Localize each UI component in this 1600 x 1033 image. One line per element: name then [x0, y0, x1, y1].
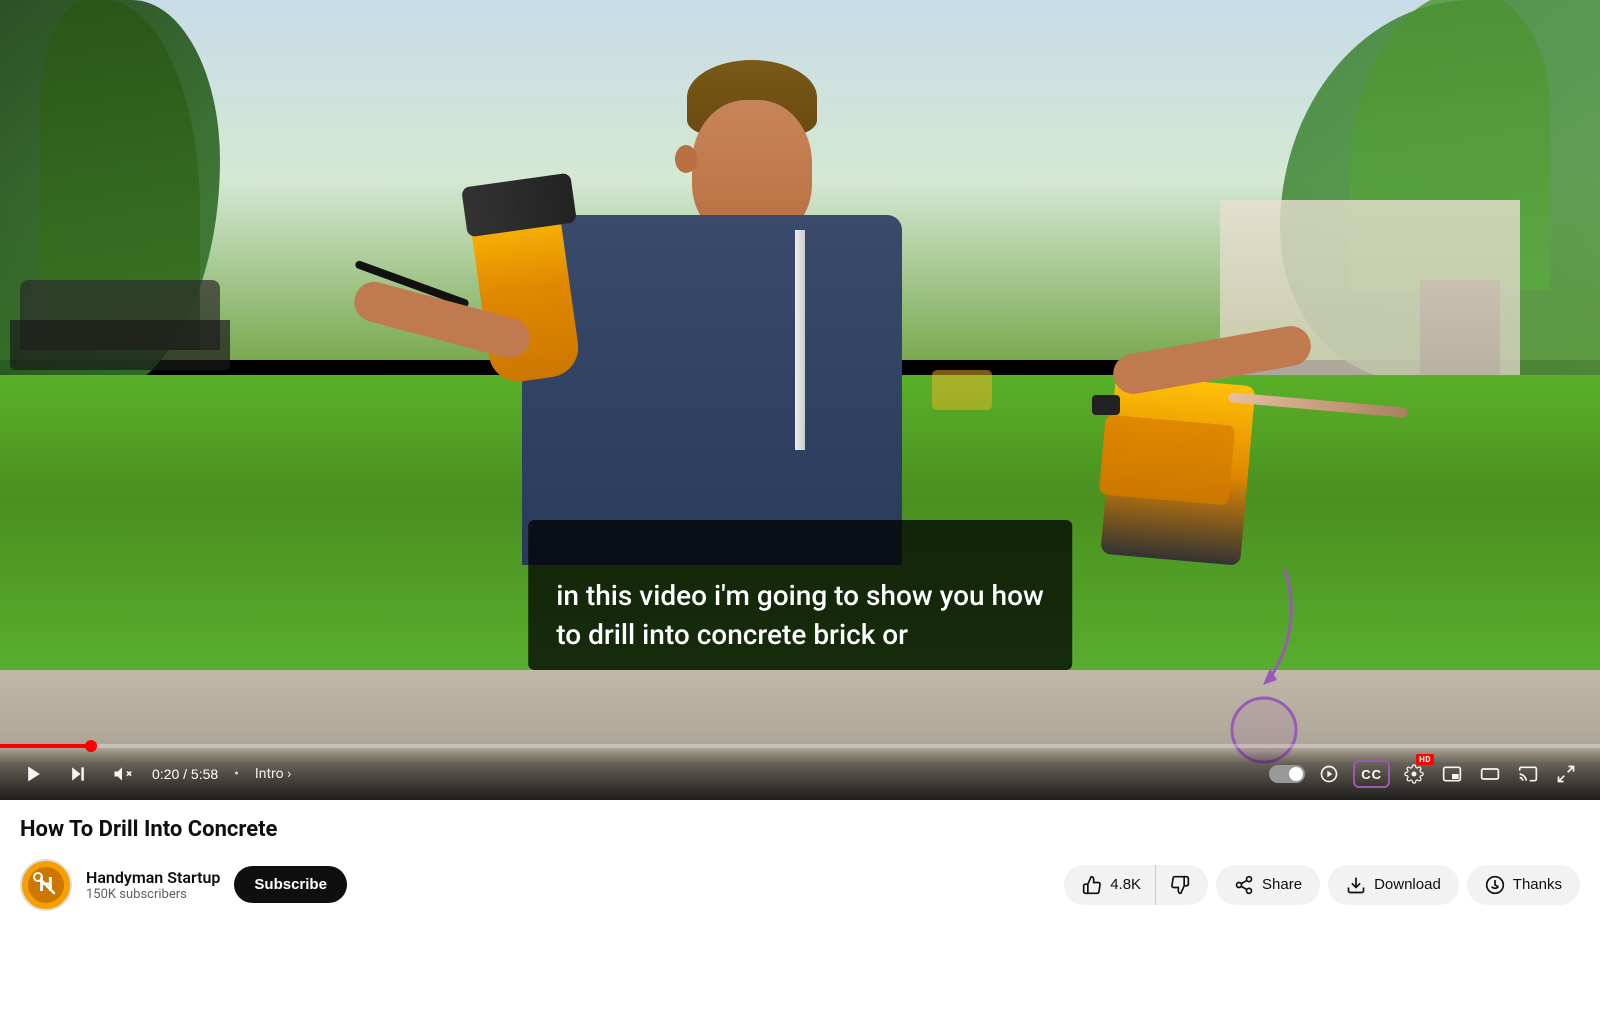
action-buttons: 4.8K: [1064, 865, 1580, 905]
mute-icon: [112, 764, 132, 784]
share-icon: [1234, 875, 1254, 895]
chapter-text: Intro: [255, 766, 284, 782]
settings-button-wrap[interactable]: HD: [1400, 760, 1428, 788]
time-separator: /: [183, 766, 191, 782]
right-controls: CC HD: [1269, 760, 1580, 788]
total-duration: 5:58: [191, 766, 218, 782]
like-dislike-group: 4.8K: [1064, 865, 1208, 905]
theater-icon: [1480, 764, 1500, 784]
channel-name[interactable]: Handyman Startup: [86, 868, 220, 887]
thumbs-down-icon: [1170, 875, 1190, 895]
like-count: 4.8K: [1110, 876, 1141, 893]
fullscreen-button[interactable]: [1552, 760, 1580, 788]
time-dot: •: [234, 766, 239, 782]
chapter-arrow: ›: [287, 766, 291, 782]
cast-button[interactable]: [1514, 760, 1542, 788]
drill-battery: [1099, 414, 1235, 505]
miniplayer-button[interactable]: [1438, 760, 1466, 788]
play-button[interactable]: [20, 760, 48, 788]
controls-bar: 0:20 / 5:58 • Intro ›: [0, 748, 1600, 800]
channel-subscribers: 150K subscribers: [86, 887, 220, 902]
current-time: 0:20: [152, 766, 179, 782]
toggle-switch[interactable]: [1269, 765, 1305, 783]
mute-button[interactable]: [108, 760, 136, 788]
thanks-icon: [1485, 875, 1505, 895]
channel-meta: Handyman Startup 150K subscribers: [86, 868, 220, 902]
subtitle-text: in this video i'm going to show you how …: [556, 579, 1044, 651]
cc-label: CC: [1361, 767, 1382, 782]
video-player[interactable]: in this video i'm going to show you how …: [0, 0, 1600, 800]
channel-row: H Handyman Startup 150K subscribers Subs…: [20, 859, 1580, 911]
time-display: 0:20 / 5:58: [152, 766, 218, 782]
dislike-button[interactable]: [1156, 865, 1208, 905]
channel-left: H Handyman Startup 150K subscribers Subs…: [20, 859, 347, 911]
share-label: Share: [1262, 876, 1302, 893]
subscribe-button[interactable]: Subscribe: [234, 866, 347, 903]
person-ear: [675, 145, 697, 173]
play-icon: [24, 764, 44, 784]
download-button[interactable]: Download: [1328, 865, 1459, 905]
hd-badge: HD: [1416, 754, 1434, 765]
next-button[interactable]: [64, 760, 92, 788]
video-title: How To Drill Into Concrete: [20, 816, 1580, 845]
theater-button[interactable]: [1476, 760, 1504, 788]
watch: [1092, 395, 1120, 415]
person-body: [522, 215, 902, 565]
chapter-label[interactable]: Intro ›: [255, 766, 291, 782]
miniplayer-icon: [1442, 764, 1462, 784]
video-info: How To Drill Into Concrete H: [0, 800, 1600, 921]
channel-avatar[interactable]: H: [20, 859, 72, 911]
settings-icon: [1404, 764, 1424, 784]
cc-button[interactable]: CC: [1353, 760, 1390, 788]
thanks-label: Thanks: [1513, 876, 1562, 893]
share-button[interactable]: Share: [1216, 865, 1320, 905]
shirt-logo: [932, 370, 992, 410]
subtitle-overlay: in this video i'm going to show you how …: [528, 520, 1072, 670]
car-base: [10, 320, 230, 370]
next-icon: [68, 764, 88, 784]
autoplay-toggle[interactable]: [1269, 765, 1305, 783]
autoplay-next-icon: [1319, 764, 1339, 784]
autoplay-next-button[interactable]: [1315, 760, 1343, 788]
thanks-button[interactable]: Thanks: [1467, 865, 1580, 905]
cast-icon: [1518, 764, 1538, 784]
thumbs-up-icon: [1082, 875, 1102, 895]
like-button[interactable]: 4.8K: [1064, 865, 1156, 905]
download-label: Download: [1374, 876, 1441, 893]
page-container: in this video i'm going to show you how …: [0, 0, 1600, 921]
white-rod: [795, 230, 805, 450]
video-scene: [0, 0, 1600, 800]
toggle-knob: [1289, 767, 1303, 781]
channel-logo-svg: H: [24, 863, 68, 907]
house-door: [1420, 280, 1500, 380]
download-icon: [1346, 875, 1366, 895]
fullscreen-icon: [1556, 764, 1576, 784]
